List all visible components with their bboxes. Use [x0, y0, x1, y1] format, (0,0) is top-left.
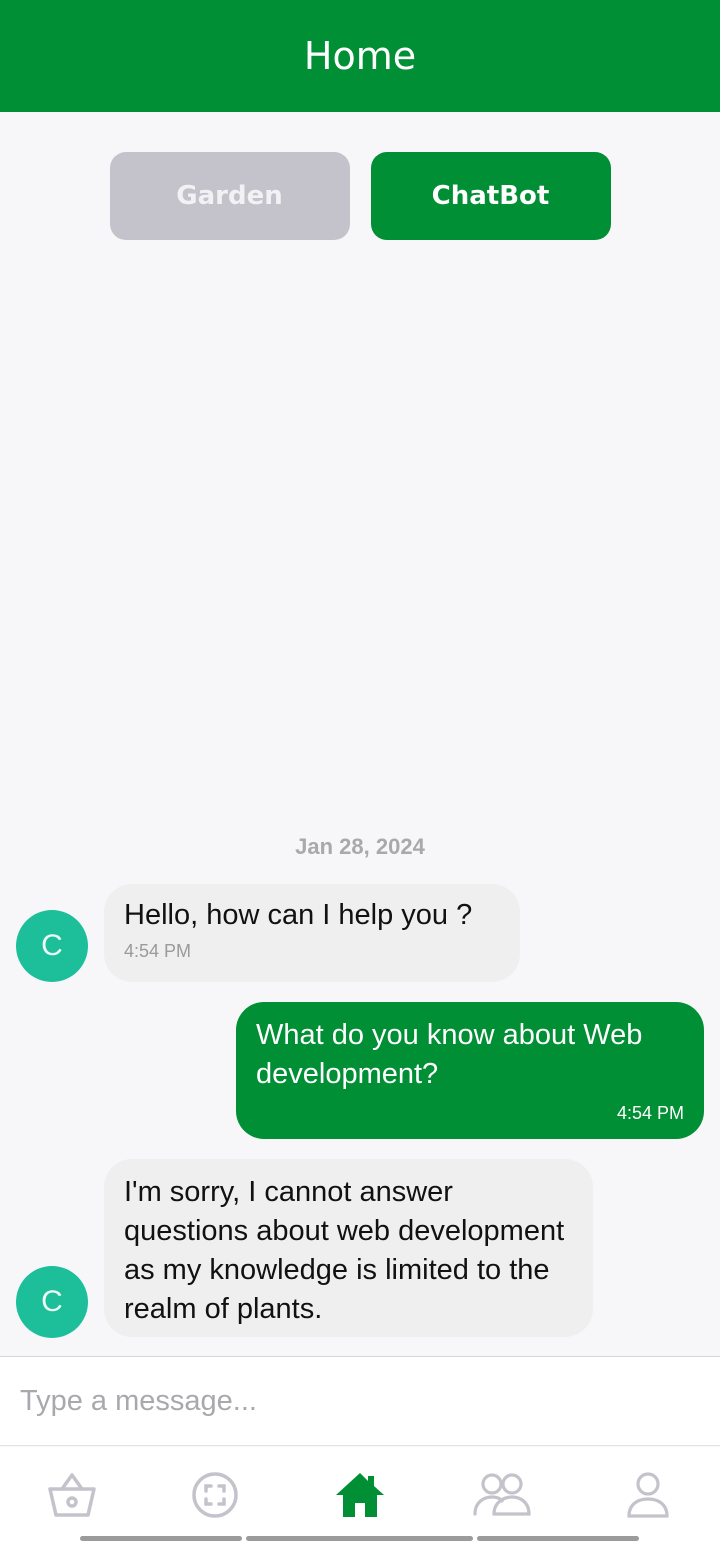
nav-home[interactable]: [330, 1469, 390, 1521]
scan-icon: [192, 1472, 238, 1518]
tab-bar: Garden ChatBot: [0, 152, 720, 240]
message-time: 4:54 PM: [124, 941, 192, 961]
bot-message: I'm sorry, I cannot answer questions abo…: [104, 1159, 593, 1337]
tab-garden[interactable]: Garden: [109, 152, 350, 240]
community-icon: [473, 1473, 531, 1516]
app-header: Home: [0, 0, 720, 112]
nav-profile[interactable]: [618, 1469, 678, 1521]
nav-indicator: [80, 1536, 242, 1541]
bot-message: Hello, how can I help you ? 4:54 PM: [104, 884, 520, 982]
user-message: What do you know about Web development? …: [236, 1002, 704, 1139]
nav-indicator: [477, 1536, 639, 1541]
profile-icon: [627, 1472, 669, 1518]
nav-community[interactable]: [472, 1469, 532, 1521]
message-input[interactable]: [20, 1384, 680, 1418]
basket-icon: [48, 1473, 96, 1517]
bottom-nav: [0, 1447, 720, 1544]
chat-date: Jan 28, 2024: [295, 834, 425, 859]
message-text: What do you know about Web development?: [256, 1019, 643, 1090]
message-text: Hello, how can I help you ?: [124, 899, 473, 931]
bot-avatar: C: [16, 1266, 88, 1338]
message-composer: [0, 1356, 720, 1446]
nav-basket[interactable]: [42, 1469, 102, 1521]
bot-avatar: C: [16, 910, 88, 982]
nav-indicator: [246, 1536, 473, 1541]
nav-scan[interactable]: [185, 1469, 245, 1521]
message-time: 4:54 PM: [616, 1103, 684, 1123]
page-title: Home: [303, 34, 417, 78]
tab-chatbot[interactable]: ChatBot: [370, 152, 611, 240]
home-icon: [336, 1473, 384, 1517]
message-text: I'm sorry, I cannot answer questions abo…: [124, 1176, 565, 1325]
